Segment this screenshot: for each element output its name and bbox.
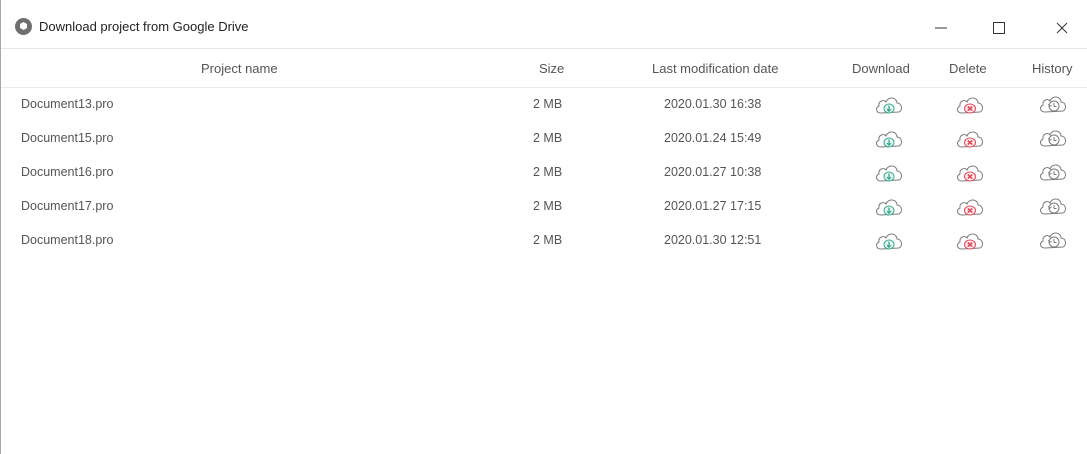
table-row[interactable]: Document17.pro 2 MB 2020.01.27 17:15	[1, 189, 1087, 223]
download-button[interactable]	[872, 91, 906, 117]
history-icon	[1040, 164, 1066, 181]
date-cell: 2020.01.30 16:38	[664, 97, 762, 111]
close-button[interactable]	[1039, 8, 1085, 48]
project-name-cell: Document16.pro	[21, 165, 114, 179]
column-header-delete: Delete	[949, 61, 987, 76]
delete-button[interactable]	[953, 125, 987, 151]
maximize-button[interactable]	[976, 8, 1022, 48]
cloud-delete-icon	[957, 97, 983, 114]
size-cell: 2 MB	[533, 131, 563, 145]
delete-button[interactable]	[953, 91, 987, 117]
column-header-size[interactable]: Size	[539, 61, 564, 76]
delete-button[interactable]	[953, 159, 987, 185]
column-header-project-name[interactable]: Project name	[201, 61, 278, 76]
cloud-delete-icon	[957, 233, 983, 250]
download-button[interactable]	[872, 193, 906, 219]
history-button[interactable]	[1036, 125, 1070, 151]
cloud-download-icon	[876, 131, 902, 148]
column-header-download: Download	[852, 61, 910, 76]
download-button[interactable]	[872, 227, 906, 253]
minimize-button[interactable]	[918, 8, 964, 48]
size-cell: 2 MB	[533, 165, 563, 179]
title-bar: Download project from Google Drive	[1, 0, 1087, 48]
cloud-delete-icon	[957, 199, 983, 216]
table-row[interactable]: Document16.pro 2 MB 2020.01.27 10:38	[1, 155, 1087, 189]
cloud-download-icon	[876, 199, 902, 216]
cloud-delete-icon	[957, 131, 983, 148]
history-button[interactable]	[1036, 159, 1070, 185]
cloud-download-icon	[876, 233, 902, 250]
history-button[interactable]	[1036, 91, 1070, 117]
close-icon	[1056, 22, 1068, 34]
download-button[interactable]	[872, 159, 906, 185]
date-cell: 2020.01.27 17:15	[664, 199, 762, 213]
download-project-dialog: Download project from Google Drive Proje…	[0, 0, 1087, 454]
history-icon	[1040, 130, 1066, 147]
date-cell: 2020.01.30 12:51	[664, 233, 762, 247]
project-name-cell: Document13.pro	[21, 97, 114, 111]
table-row[interactable]: Document13.pro 2 MB 2020.01.30 16:38	[1, 87, 1087, 121]
project-name-cell: Document18.pro	[21, 233, 114, 247]
date-cell: 2020.01.24 15:49	[664, 131, 762, 145]
column-header-history: History	[1032, 61, 1073, 76]
project-list: Document13.pro 2 MB 2020.01.30 16:38 Doc…	[1, 87, 1087, 257]
table-row[interactable]: Document15.pro 2 MB 2020.01.24 15:49	[1, 121, 1087, 155]
list-empty-area	[1, 260, 1087, 454]
cloud-download-icon	[876, 97, 902, 114]
history-icon	[1040, 232, 1066, 249]
project-name-cell: Document15.pro	[21, 131, 114, 145]
download-button[interactable]	[872, 125, 906, 151]
history-icon	[1040, 96, 1066, 113]
delete-button[interactable]	[953, 227, 987, 253]
history-icon	[1040, 198, 1066, 215]
app-icon	[15, 18, 32, 35]
delete-button[interactable]	[953, 193, 987, 219]
date-cell: 2020.01.27 10:38	[664, 165, 762, 179]
cloud-delete-icon	[957, 165, 983, 182]
maximize-icon	[993, 22, 1005, 34]
table-header: Project name Size Last modification date…	[1, 48, 1087, 88]
size-cell: 2 MB	[533, 233, 563, 247]
cloud-download-icon	[876, 165, 902, 182]
size-cell: 2 MB	[533, 97, 563, 111]
window-title: Download project from Google Drive	[39, 19, 249, 34]
table-row[interactable]: Document18.pro 2 MB 2020.01.30 12:51	[1, 223, 1087, 257]
history-button[interactable]	[1036, 227, 1070, 253]
column-header-last-modification-date[interactable]: Last modification date	[652, 61, 778, 76]
history-button[interactable]	[1036, 193, 1070, 219]
size-cell: 2 MB	[533, 199, 563, 213]
minimize-icon	[935, 27, 947, 29]
project-name-cell: Document17.pro	[21, 199, 114, 213]
